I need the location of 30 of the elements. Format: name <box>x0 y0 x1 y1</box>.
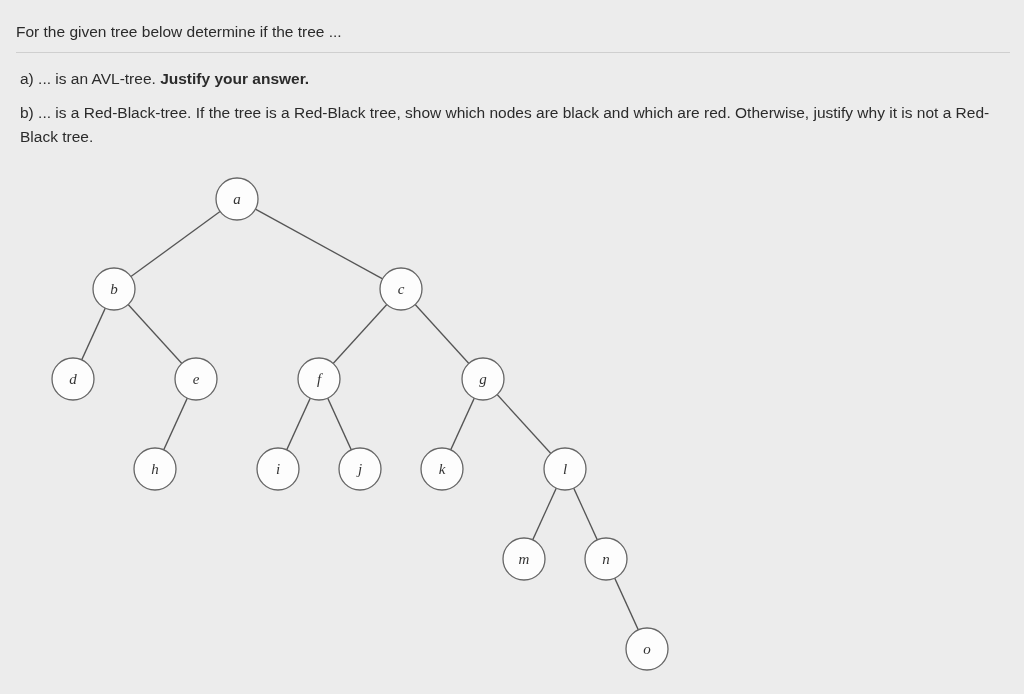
question-part: a) ... is an AVL-tree. Justify your answer. <box>20 69 311 89</box>
tree-edge <box>414 303 470 365</box>
tree-node: n <box>584 537 628 581</box>
tree-edge <box>496 393 552 455</box>
tree-node: f <box>297 357 341 401</box>
tree-node: d <box>51 357 95 401</box>
tree-node: l <box>543 447 587 491</box>
tree-edge <box>286 397 311 451</box>
question-part: b) ... is a Red-Black-tree. If the tree is a Red-Black tree, show which nodes are black and which are red. Otherwise, justify why it is not a Red-Black tree. <box>20 103 991 147</box>
tree-edge <box>327 397 352 451</box>
tree-node: c <box>379 267 423 311</box>
tree-node: g <box>461 357 505 401</box>
tree-node: e <box>174 357 218 401</box>
tree-edge <box>532 487 557 541</box>
tree-edge <box>450 397 475 451</box>
tree-node: i <box>256 447 300 491</box>
tree-edge <box>332 303 388 365</box>
tree-node: o <box>625 627 669 671</box>
tree-node: m <box>502 537 546 581</box>
tree-node: k <box>420 447 464 491</box>
question-intro: For the given tree below determine if the tree ... <box>16 22 343 42</box>
tree-edge <box>81 307 106 361</box>
tree-edge <box>614 577 639 631</box>
tree-edge <box>127 303 183 365</box>
tree-node: h <box>133 447 177 491</box>
tree-node: a <box>215 177 259 221</box>
tree-edge <box>573 487 598 541</box>
tree-node: b <box>92 267 136 311</box>
tree-edge <box>163 397 188 451</box>
tree-node: j <box>338 447 382 491</box>
